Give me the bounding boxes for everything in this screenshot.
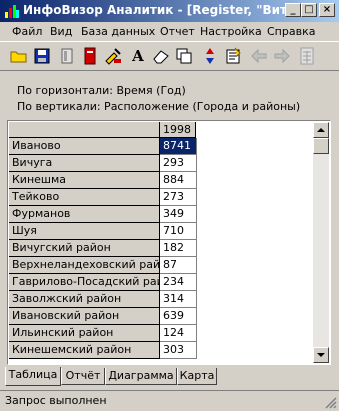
value-cell[interactable]: 293 (160, 155, 197, 172)
app-icon[interactable] (4, 3, 20, 19)
row-header[interactable]: Тейково (9, 189, 160, 206)
value-cell[interactable]: 639 (160, 308, 197, 325)
close-button[interactable]: × (319, 3, 335, 17)
menu-settings[interactable]: Настройка (200, 25, 262, 38)
column-header-1998[interactable]: 1998 (160, 122, 196, 138)
vertical-axis-info: По вертикали: Расположение (Города и рай… (17, 100, 301, 113)
menu-file[interactable]: Файл (12, 25, 42, 38)
vertical-scrollbar[interactable] (313, 122, 329, 363)
value-cell[interactable]: 182 (160, 240, 197, 257)
table-row[interactable]: Гаврилово-Посадский район234 (9, 274, 197, 291)
value-cell[interactable]: 349 (160, 206, 197, 223)
arrow-up-icon (317, 128, 325, 132)
status-bar: Запрос выполнен (0, 390, 339, 411)
table-row[interactable]: Заволжский район 314 (9, 291, 197, 308)
menu-database[interactable]: База данных (81, 25, 155, 38)
title-bar[interactable]: ИнфоВизор Аналитик - [Register, "Витри..… (0, 0, 339, 22)
scroll-down-button[interactable] (313, 347, 329, 363)
row-header[interactable]: Ивановский район (9, 308, 160, 325)
value-cell[interactable]: 710 (160, 223, 197, 240)
row-header[interactable]: Верхнеландеховский район (9, 257, 160, 274)
grid-corner[interactable] (9, 122, 160, 138)
menu-report[interactable]: Отчет (160, 25, 195, 38)
font-a-icon[interactable]: A (129, 47, 147, 65)
save-disk-icon[interactable] (33, 47, 51, 65)
table-row[interactable]: Шуя 710 (9, 223, 197, 240)
horizontal-axis-info: По горизонтали: Время (Год) (17, 84, 186, 97)
table-row[interactable]: Кинешма 884 (9, 172, 197, 189)
tab-report[interactable]: Отчёт (61, 368, 105, 385)
tab-table[interactable]: Таблица (5, 367, 61, 386)
table-row[interactable]: Вичугский район 182 (9, 240, 197, 257)
view-tabs: Таблица Отчёт Диаграмма Карта (5, 367, 335, 386)
arrow-down-icon (317, 353, 325, 357)
table-row[interactable]: Тейково 273 (9, 189, 197, 206)
maximize-button[interactable]: □ (301, 3, 317, 17)
table-row[interactable]: Ивановский район 639 (9, 308, 197, 325)
minimize-button[interactable]: _ (285, 3, 301, 17)
row-header[interactable]: Кинешемский район (9, 342, 160, 359)
menu-bar: Файл Вид База данных Отчет Настройка Спр… (0, 22, 339, 41)
row-header[interactable]: Фурманов (9, 206, 160, 223)
value-cell[interactable]: 273 (160, 189, 197, 206)
table-row[interactable]: Фурманов 349 (9, 206, 197, 223)
toolbar: A (0, 41, 339, 71)
axes-info-panel: По горизонтали: Время (Год) По вертикали… (0, 72, 339, 118)
tab-chart[interactable]: Диаграмма (105, 368, 177, 385)
table-row[interactable]: Ильинский район 124 (9, 325, 197, 342)
paint-tools-icon[interactable] (104, 47, 122, 65)
row-header[interactable]: Гаврилово-Посадский район (9, 274, 160, 291)
table-row[interactable]: Кинешемский район 303 (9, 342, 197, 359)
row-header[interactable]: Вичуга (9, 155, 160, 172)
row-header[interactable]: Кинешма (9, 172, 160, 189)
back-arrow-icon[interactable] (250, 47, 268, 65)
table-row[interactable]: Вичуга 293 (9, 155, 197, 172)
red-book-icon[interactable] (81, 47, 99, 65)
status-text: Запрос выполнен (5, 394, 107, 407)
table-row[interactable]: Верхнеландеховский район 87 (9, 257, 197, 274)
tab-map[interactable]: Карта (177, 368, 217, 385)
window-title: ИнфоВизор Аналитик - [Register, "Витри..… (23, 3, 285, 17)
menu-view[interactable]: Вид (50, 25, 72, 38)
scroll-thumb[interactable] (313, 138, 329, 154)
row-header[interactable]: Вичугский район (9, 240, 160, 257)
value-cell[interactable]: 8741 (160, 138, 197, 155)
value-cell[interactable]: 314 (160, 291, 197, 308)
grid-rows: Иваново 8741 Вичуга 293 Кинешма 884 Тейково 273… (9, 138, 197, 359)
row-header[interactable]: Шуя (9, 223, 160, 240)
resize-grip-icon[interactable] (325, 397, 337, 409)
forward-arrow-icon[interactable] (273, 47, 291, 65)
value-cell[interactable]: 303 (160, 342, 197, 359)
value-cell[interactable]: 87 (160, 257, 197, 274)
row-header[interactable]: Заволжский район (9, 291, 160, 308)
table-row[interactable]: Иваново 8741 (9, 138, 197, 155)
scroll-up-button[interactable] (313, 122, 329, 138)
copy-frames-icon[interactable] (175, 47, 193, 65)
value-cell[interactable]: 124 (160, 325, 197, 342)
document-icon[interactable] (58, 47, 76, 65)
menu-help[interactable]: Справка (267, 25, 315, 38)
open-folder-icon[interactable] (10, 47, 28, 65)
calculator-icon[interactable] (298, 47, 316, 65)
value-cell[interactable]: 234 (160, 274, 197, 291)
report-icon[interactable] (224, 47, 242, 65)
row-header[interactable]: Иваново (9, 138, 160, 155)
value-cell[interactable]: 884 (160, 172, 197, 189)
row-header[interactable]: Ильинский район (9, 325, 160, 342)
sort-arrows-icon[interactable] (201, 47, 219, 65)
data-grid[interactable]: 1998 Иваново 8741 Вичуга 293 Кинешма 884 Тейко… (7, 120, 331, 365)
eraser-icon[interactable] (152, 47, 170, 65)
